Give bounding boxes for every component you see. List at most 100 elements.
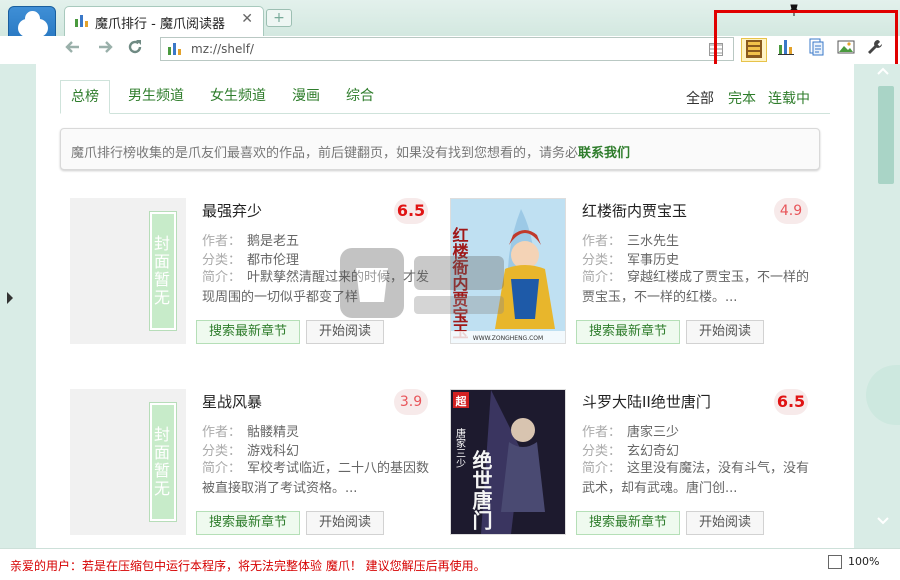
book-intro: 简介： 穿越红楼成了贾宝玉，不一样的贾宝玉，不一样的红楼。... <box>582 268 812 308</box>
category-label: 分类： <box>582 253 622 268</box>
book-card: 封面暂无 星战风暴 3.9 作者： 骷髅精灵 分类： 游戏科幻 简介： 军校考试临近，… <box>70 389 440 539</box>
cover-title-text: 绝世唐门 <box>469 449 493 530</box>
tab-general[interactable]: 综合 <box>336 80 384 114</box>
book-cover[interactable]: 封面暂无 <box>70 389 186 535</box>
cover-title-text: 红楼衙内贾宝玉 <box>451 226 470 339</box>
book-card: 红楼衙内贾宝玉 WWW.ZONGHENG.COM 红楼衙内贾宝玉 4.9 作者：… <box>450 198 820 348</box>
author-value: 骷髅精灵 <box>247 425 300 440</box>
filter-completed[interactable]: 完本 <box>728 88 756 108</box>
intro-label: 简介： <box>582 270 622 285</box>
book-title[interactable]: 斗罗大陆II绝世唐门 <box>582 391 711 412</box>
category-value: 都市伦理 <box>247 253 300 268</box>
book-category: 分类： 游戏科幻 <box>202 440 299 459</box>
book-intro: 简介： 这里没有魔法，没有斗气，没有武术，却有武魂。唐门创... <box>582 459 812 499</box>
search-latest-chapter-button[interactable]: 搜索最新章节 <box>576 511 680 535</box>
book-card: 封面暂无 最强弃少 6.5 作者： 鹅是老五 分类： 都市伦理 简介： 叶默孳然清醒过… <box>70 198 440 348</box>
forward-arrow-icon[interactable] <box>94 38 116 60</box>
status-warning-text: 亲爱的用户：若是在压缩包中运行本程序，将无法完整体验 魔爪！ 建议您解压后再使用… <box>10 559 486 573</box>
wrench-icon[interactable] <box>862 38 888 62</box>
author-label: 作者： <box>202 425 242 440</box>
start-reading-button[interactable]: 开始阅读 <box>306 320 384 344</box>
tab-overall[interactable]: 总榜 <box>60 80 110 114</box>
ranking-notice: 魔爪排行榜收集的是爪友们最喜欢的作品，前后键翻页，如果没有找到您想看的，请务必联… <box>60 128 820 170</box>
start-reading-button[interactable]: 开始阅读 <box>306 511 384 535</box>
cover-image: 超 唐家三少 绝世唐门 <box>451 390 565 534</box>
book-score: 3.9 <box>394 389 428 415</box>
book-cover[interactable]: 超 唐家三少 绝世唐门 <box>450 389 566 535</box>
book-title[interactable]: 红楼衙内贾宝玉 <box>582 200 687 221</box>
book-author: 作者： 三水先生 <box>582 230 679 249</box>
browser-tab[interactable]: 魔爪排行 - 魔爪阅读器 ✕ <box>64 6 264 36</box>
intro-label: 简介： <box>202 461 242 476</box>
cover-caption: WWW.ZONGHENG.COM <box>473 335 543 342</box>
book-cover[interactable]: 封面暂无 <box>70 198 186 344</box>
tab-female-channel[interactable]: 女生频道 <box>200 80 276 114</box>
book-category: 分类： 军事历史 <box>582 249 679 268</box>
close-tab-icon[interactable]: ✕ <box>241 11 253 27</box>
search-latest-chapter-button[interactable]: 搜索最新章节 <box>196 511 300 535</box>
book-score: 4.9 <box>774 198 808 224</box>
filter-ongoing[interactable]: 连载中 <box>768 88 810 108</box>
chart-icon[interactable] <box>773 38 799 62</box>
author-value: 唐家三少 <box>627 425 680 440</box>
start-reading-button[interactable]: 开始阅读 <box>686 511 764 535</box>
address-bar[interactable]: mz://shelf/ <box>160 37 734 61</box>
tab-comics[interactable]: 漫画 <box>282 80 330 114</box>
tab-male-channel[interactable]: 男生频道 <box>118 80 194 114</box>
scroll-down-chevron-icon[interactable] <box>876 514 890 530</box>
scroll-up-chevron-icon[interactable] <box>876 64 890 80</box>
category-label: 分类： <box>202 444 242 459</box>
search-latest-chapter-button[interactable]: 搜索最新章节 <box>576 320 680 344</box>
start-reading-button[interactable]: 开始阅读 <box>686 320 764 344</box>
status-bar: 亲爱的用户：若是在压缩包中运行本程序，将无法完整体验 魔爪！ 建议您解压后再使用… <box>0 548 900 580</box>
book-author: 作者： 鹅是老五 <box>202 230 299 249</box>
book-title[interactable]: 星战风暴 <box>202 391 262 412</box>
book-intro: 简介： 叶默孳然清醒过来的时候，才发现周围的一切似乎都变了样 <box>202 268 432 308</box>
book-category: 分类： 玄幻奇幻 <box>582 440 679 459</box>
category-value: 玄幻奇幻 <box>627 444 680 459</box>
notice-text: 魔爪排行榜收集的是爪友们最喜欢的作品，前后键翻页，如果没有找到您想看的，请务必 <box>71 146 579 161</box>
bookshelf-icon[interactable] <box>741 38 767 62</box>
author-label: 作者： <box>582 425 622 440</box>
sidebar-toggle-arrow-icon[interactable] <box>7 292 13 304</box>
cover-badge-text: 超 <box>455 394 468 408</box>
book-title[interactable]: 最强弃少 <box>202 200 262 221</box>
ranking-panel: 总榜 男生频道 女生频道 漫画 综合 全部 完本 连载中 魔爪排行榜收集的是爪友… <box>36 64 854 548</box>
bar-chart-icon <box>168 43 181 55</box>
author-label: 作者： <box>202 234 242 249</box>
scrollbar-thumb[interactable] <box>878 86 894 184</box>
image-icon[interactable] <box>833 38 859 62</box>
address-text[interactable]: mz://shelf/ <box>191 42 254 56</box>
category-label: 分类： <box>202 253 242 268</box>
back-arrow-icon[interactable] <box>62 38 84 60</box>
zoom-control[interactable]: 100% <box>828 555 879 569</box>
fullscreen-icon[interactable] <box>828 555 842 569</box>
bar-chart-icon <box>75 15 88 27</box>
contact-us-link[interactable]: 联系我们 <box>578 146 630 161</box>
filter-all[interactable]: 全部 <box>686 88 714 108</box>
pin-icon[interactable] <box>788 4 800 19</box>
author-value: 鹅是老五 <box>247 234 300 249</box>
cover-placeholder: 封面暂无 <box>149 211 177 331</box>
book-cover[interactable]: 红楼衙内贾宝玉 WWW.ZONGHENG.COM <box>450 198 566 344</box>
intro-label: 简介： <box>202 270 242 285</box>
book-author: 作者： 骷髅精灵 <box>202 421 299 440</box>
author-value: 三水先生 <box>627 234 680 249</box>
new-tab-button[interactable]: + <box>266 9 292 27</box>
book-card: 超 唐家三少 绝世唐门 斗罗大陆II绝世唐门 6.5 作者： 唐家三少 分类： 玄幻… <box>450 389 820 539</box>
cover-image: 红楼衙内贾宝玉 WWW.ZONGHENG.COM <box>450 199 565 343</box>
tab-title: 魔爪排行 - 魔爪阅读器 <box>95 17 225 32</box>
document-icon[interactable] <box>803 38 829 62</box>
qr-code-icon[interactable] <box>709 43 723 56</box>
channel-tabs: 总榜 男生频道 女生频道 漫画 综合 全部 完本 连载中 <box>60 80 830 114</box>
author-label: 作者： <box>582 234 622 249</box>
book-author: 作者： 唐家三少 <box>582 421 679 440</box>
category-value: 军事历史 <box>627 253 680 268</box>
navigation-bar: mz://shelf/ <box>0 36 900 64</box>
refresh-icon[interactable] <box>124 38 146 60</box>
book-score: 6.5 <box>774 389 808 415</box>
intro-label: 简介： <box>582 461 622 476</box>
zoom-level: 100% <box>848 555 880 568</box>
book-category: 分类： 都市伦理 <box>202 249 299 268</box>
search-latest-chapter-button[interactable]: 搜索最新章节 <box>196 320 300 344</box>
